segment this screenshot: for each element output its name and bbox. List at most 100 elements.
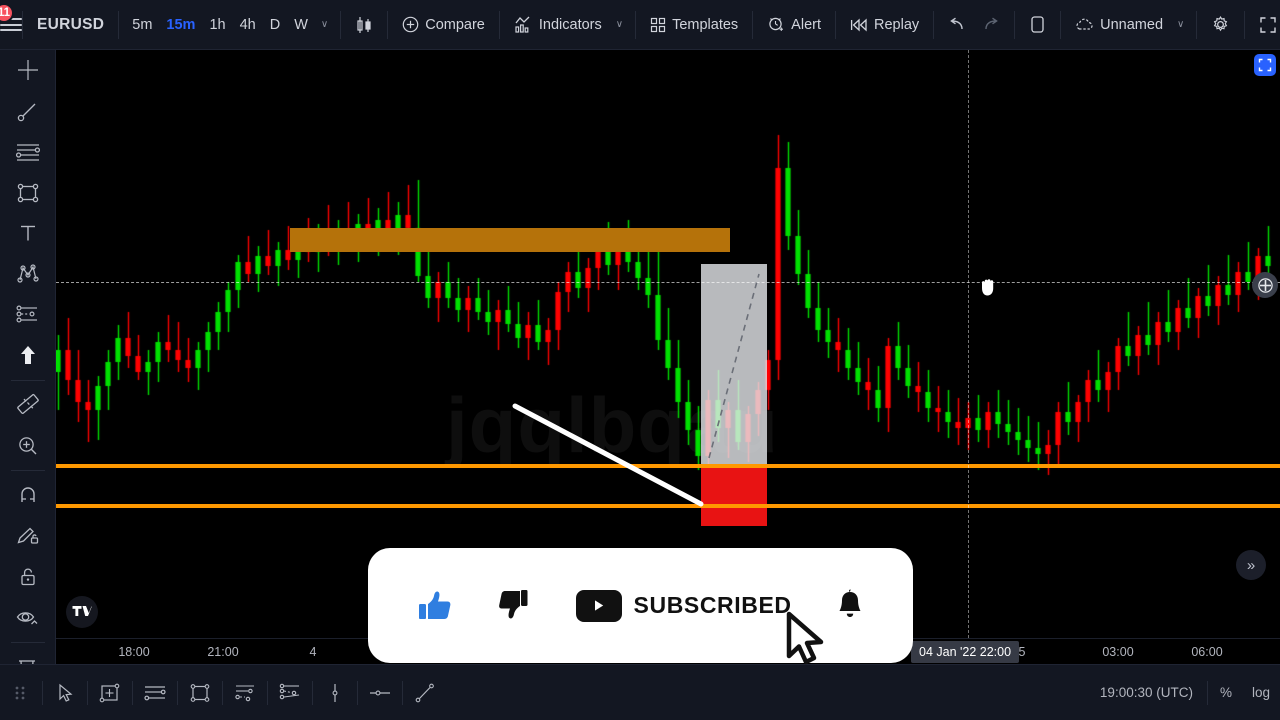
time-label: 4 <box>309 645 317 659</box>
sidebar-item-pattern-tool[interactable] <box>0 254 56 295</box>
sidebar-item-arrow-up-tool[interactable] <box>0 335 56 376</box>
youtube-play-icon <box>575 589 622 622</box>
magnet-icon <box>20 487 35 503</box>
like-button[interactable] <box>415 586 455 626</box>
long-position-stop-zone[interactable] <box>701 466 767 526</box>
zoom-in-icon <box>18 437 36 455</box>
sidebar-item-trend-line-tool[interactable] <box>0 91 56 132</box>
fullscreen-icon <box>1260 16 1277 33</box>
chart-settings-button[interactable] <box>1203 9 1238 41</box>
symbol-search-button[interactable]: EURUSD <box>23 16 118 34</box>
percent-scale-toggle[interactable]: % <box>1210 685 1242 700</box>
timeframe-15m[interactable]: 15m <box>159 10 202 40</box>
indicators-label: Indicators <box>538 16 602 33</box>
horizontal-lines-button[interactable] <box>135 673 175 713</box>
supply-zone-rectangle[interactable] <box>290 228 730 252</box>
indicators-button[interactable]: Indicators <box>506 9 610 41</box>
move-object-button[interactable] <box>90 673 130 713</box>
divider <box>10 641 45 643</box>
sidebar-item-cursor-crosshair-tool[interactable] <box>0 50 56 91</box>
redo-button[interactable] <box>974 9 1008 41</box>
compare-label: Compare <box>425 16 485 33</box>
divider <box>10 470 45 472</box>
horizontal-ray-button[interactable] <box>360 673 400 713</box>
chart-fullscreen-button[interactable] <box>1254 54 1276 76</box>
trend-line-drawing[interactable] <box>511 400 706 510</box>
timeframe-4h[interactable]: 4h <box>233 10 263 40</box>
cursor-arrow-button[interactable] <box>45 673 85 713</box>
main-menu-button[interactable]: 11 <box>0 0 22 49</box>
alert-button[interactable]: Alert <box>759 9 829 41</box>
rectangle-icon <box>190 683 210 702</box>
sidebar-item-hide-drawings-tool[interactable] <box>0 597 56 638</box>
layout-icon <box>1031 16 1044 33</box>
sidebar-item-measure-ruler-tool[interactable] <box>0 385 56 426</box>
rectangle-button[interactable] <box>180 673 220 713</box>
fullscreen-button[interactable] <box>1251 9 1280 41</box>
chevron-down-icon[interactable]: ∨ <box>1171 19 1190 30</box>
chevron-down-icon[interactable]: ∨ <box>610 19 629 30</box>
ruler-icon <box>16 394 39 415</box>
trend-line-icon <box>415 683 434 702</box>
sidebar-item-lock-drawings-tool[interactable] <box>0 557 56 598</box>
saved-layout-button[interactable]: Unnamed <box>1067 9 1171 41</box>
candle-style-icon <box>357 16 371 33</box>
pattern-icon <box>16 264 39 283</box>
layout-name-label: Unnamed <box>1100 16 1164 33</box>
crosshair-cursor-icon <box>17 60 38 81</box>
chevron-down-icon[interactable]: ∨ <box>315 19 334 30</box>
sidebar-item-rectangle-tool[interactable] <box>0 172 56 213</box>
sidebar-item-prediction-tool[interactable] <box>0 294 56 335</box>
layout-select-button[interactable] <box>1021 9 1054 41</box>
timeframe-1h[interactable]: 1h <box>202 10 232 40</box>
undo-button[interactable] <box>940 9 974 41</box>
play-triangle-icon <box>595 600 604 611</box>
divider <box>267 680 268 705</box>
vertical-line-button[interactable] <box>315 673 355 713</box>
divider <box>402 680 403 705</box>
replay-button[interactable]: Replay <box>842 9 927 41</box>
replay-rewind-icon <box>850 18 867 31</box>
trend-line-button[interactable] <box>405 673 445 713</box>
trend-line-icon <box>17 103 35 122</box>
crosshair-time-tooltip: 04 Jan '22 22:00 <box>911 641 1020 663</box>
cursor-arrow-icon <box>59 683 73 702</box>
plus-icon <box>1257 277 1273 293</box>
long-position-target-arrow <box>708 273 760 459</box>
tradingview-logo-icon <box>72 606 92 616</box>
arrow-up-icon <box>20 346 35 365</box>
add-crosshair-button[interactable] <box>1252 272 1278 298</box>
timeframe-5m[interactable]: 5m <box>125 10 159 40</box>
log-scale-toggle[interactable]: log <box>1242 685 1280 700</box>
subscribed-button[interactable]: SUBSCRIBED <box>575 589 792 622</box>
templates-button[interactable]: Templates <box>642 9 746 41</box>
time-label: 18:00 <box>118 645 150 659</box>
dislike-button[interactable] <box>497 587 533 625</box>
divider <box>87 680 88 705</box>
move-object-icon <box>99 683 120 702</box>
sidebar-item-drawing-mode-tool[interactable] <box>0 516 56 557</box>
templates-grid-icon <box>650 17 666 32</box>
drag-handle-button[interactable] <box>0 673 40 713</box>
timeframe-w[interactable]: W <box>287 10 315 40</box>
thumbs-up-icon <box>419 591 451 619</box>
sidebar-item-zoom-in-tool[interactable] <box>0 425 56 466</box>
tradingview-logo[interactable] <box>66 596 98 628</box>
eye-hide-icon <box>16 611 38 625</box>
drag-handle-icon <box>15 686 25 699</box>
expand-right-panel-button[interactable]: » <box>1236 550 1266 580</box>
sidebar-item-magnet-tool[interactable] <box>0 475 56 516</box>
chart-style-button[interactable] <box>347 9 381 41</box>
prediction-measurement-icon <box>15 305 37 323</box>
notification-bell-button[interactable] <box>834 589 866 623</box>
bell-icon <box>839 589 861 617</box>
sidebar-item-text-tool[interactable] <box>0 213 56 254</box>
divider <box>177 680 178 705</box>
pitchfork-icon <box>279 683 300 699</box>
time-label: 03:00 <box>1102 645 1134 659</box>
sidebar-item-horizontal-lines-tool[interactable] <box>0 131 56 172</box>
fib-retracement-button[interactable] <box>225 673 265 713</box>
timeframe-d[interactable]: D <box>263 10 287 40</box>
pitchfork-button[interactable] <box>270 673 310 713</box>
compare-button[interactable]: Compare <box>394 9 493 41</box>
